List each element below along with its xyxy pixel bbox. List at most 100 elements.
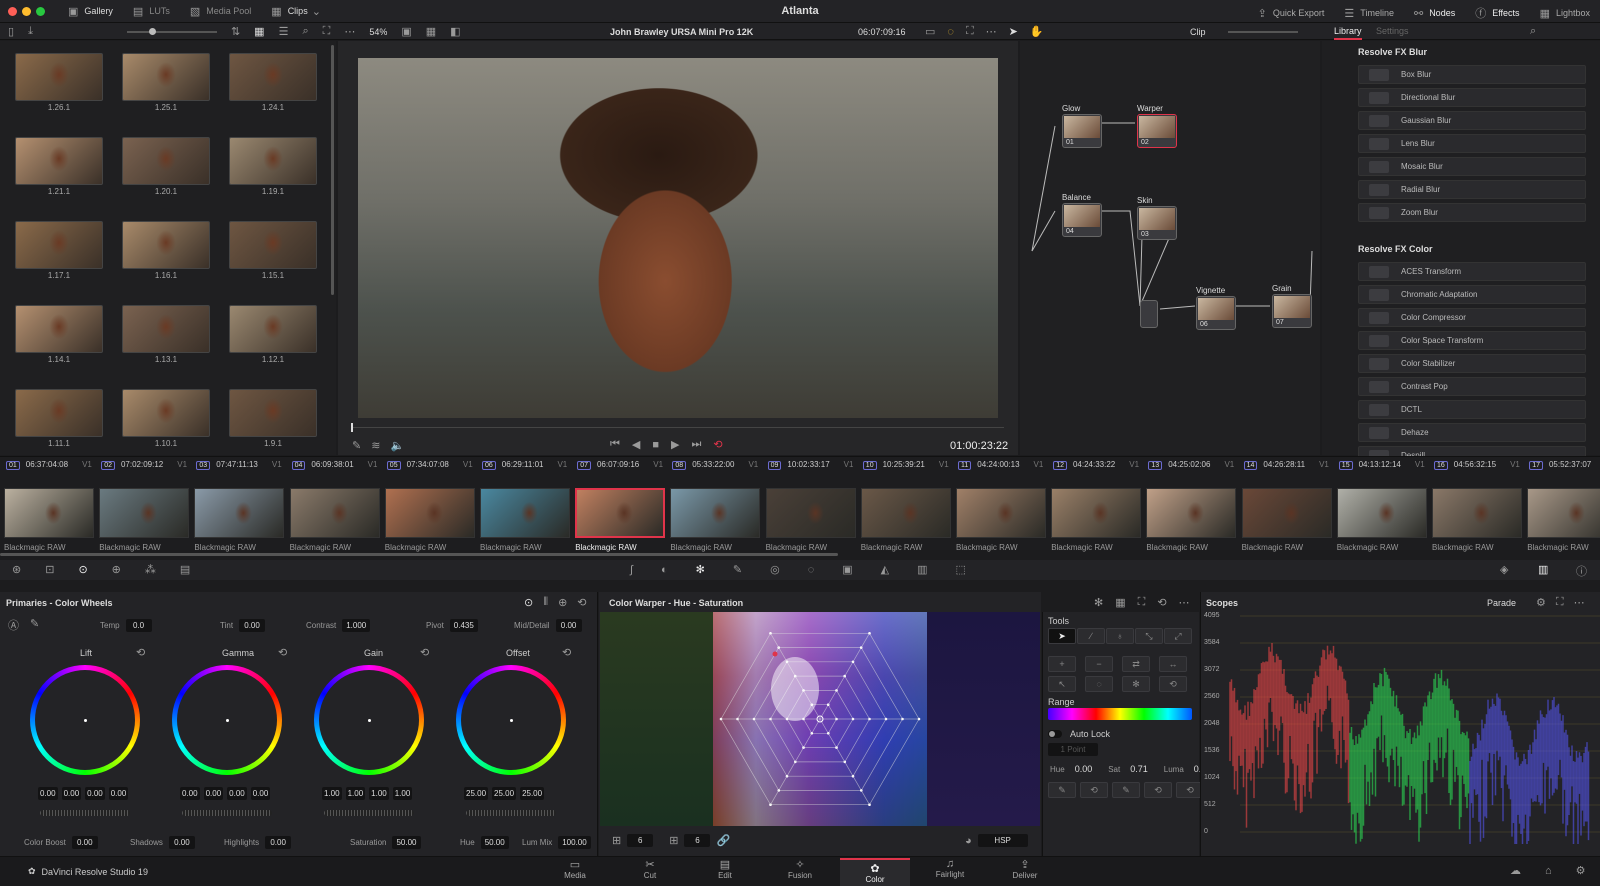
gallery-still[interactable] [15,389,103,437]
blur-icon[interactable]: ▣ [842,563,852,576]
color-wheels-icon[interactable]: ⊙ [524,596,533,609]
timeline-clip[interactable] [480,488,570,538]
timeline-clip[interactable] [575,488,666,538]
timeline-clip[interactable] [194,488,285,538]
lightbox-button[interactable]: Lightbox [1556,8,1590,18]
layer-mixer-node[interactable] [1140,300,1158,328]
wheel-value[interactable]: 0.00 [180,787,200,800]
node[interactable]: 03 [1137,206,1177,240]
wheel-value[interactable]: 0.00 [203,787,224,800]
timeline-clip[interactable] [1051,488,1142,538]
expand-icon[interactable]: ⛶ [1556,596,1564,609]
effect-item[interactable]: Gaussian Blur [1358,111,1586,130]
scopes-icon[interactable]: ▥ [1538,563,1548,576]
wheel-value[interactable]: 1.00 [369,787,389,800]
wheel-value[interactable]: 1.00 [322,787,342,800]
stop-icon[interactable]: ■ [652,439,659,451]
color-wheel[interactable] [314,665,424,775]
timeline-clip[interactable] [1336,488,1427,538]
grid-rows-icon[interactable]: ⊞ [669,834,678,847]
gallery-still[interactable] [122,137,210,185]
log-wheels-icon[interactable]: ⊕ [558,596,567,609]
window-icon[interactable]: ✎ [733,563,742,576]
scope-mode-select[interactable]: Parade [1487,598,1516,608]
timeline-clip[interactable] [1146,488,1237,538]
wheel-value[interactable]: 1.00 [345,787,366,800]
bars-icon[interactable]: ⦀ [543,596,548,609]
param-value[interactable]: 0.0 [125,619,152,632]
tab-luts[interactable]: LUTs [149,6,170,16]
gallery-still[interactable] [229,221,317,269]
timeline-clip[interactable] [1527,488,1600,538]
timeline-clip[interactable] [670,488,761,538]
effect-item[interactable]: Mosaic Blur [1358,157,1586,176]
node-zoom-slider[interactable] [1228,31,1298,33]
close-button[interactable] [8,6,17,16]
timeline-clip[interactable] [956,488,1046,538]
grid-columns-select[interactable]: 6 [627,834,654,847]
timeline-clip[interactable] [1241,488,1332,538]
sat-value[interactable]: 0.71 [1130,764,1148,774]
picker-icon[interactable]: ✎ [30,617,39,630]
eyedropper-icon[interactable]: ✎ [352,439,361,452]
display-icon[interactable]: ▭ [925,25,935,38]
gallery-still[interactable] [122,221,210,269]
volume-icon[interactable]: 🔈 [390,439,404,452]
spread-icon[interactable]: ↔ [1159,656,1187,672]
gallery-still[interactable] [122,305,210,353]
wheel-value[interactable]: 0.00 [108,787,129,800]
page-deliver[interactable]: ⇪ Deliver [990,858,1060,880]
page-color[interactable]: ✿ Color [840,858,910,886]
page-fusion[interactable]: ✧ Fusion [765,858,835,880]
color-match-icon[interactable]: ⊡ [45,563,54,576]
master-wheel[interactable] [466,810,556,816]
effect-item[interactable]: DCTL [1358,400,1586,419]
param-value[interactable]: 0.435 [449,619,478,632]
auto-balance-icon[interactable]: Ⓐ [8,617,19,633]
node-mode-select[interactable]: Clip [1190,27,1206,37]
more-icon[interactable]: ⋯ [1574,596,1585,609]
effect-item[interactable]: Color Space Transform [1358,331,1586,350]
camera-raw-icon[interactable]: ⊛ [12,563,21,576]
expand-icon[interactable]: ⤢ [1164,628,1192,644]
param-value[interactable]: 1.000 [342,619,371,632]
section-color[interactable]: Resolve FX Color [1358,244,1433,254]
pointer-icon[interactable]: ➤ [1048,628,1076,644]
add-point-icon[interactable]: + [1048,656,1076,672]
timeline-clip[interactable] [99,488,190,538]
gallery-still[interactable] [15,221,103,269]
minimize-button[interactable] [22,6,31,16]
param-value[interactable]: 0.00 [555,619,582,632]
wheel-value[interactable]: 0.00 [250,787,271,800]
tab-gallery[interactable]: Gallery [84,6,113,16]
effects-button[interactable]: Effects [1492,8,1519,18]
loop-icon[interactable]: ⟲ [713,438,722,451]
reset-icon[interactable]: ⟲ [577,596,586,609]
reset-icon[interactable]: ⟲ [278,646,287,659]
wheel-value[interactable]: 0.00 [85,787,105,800]
node[interactable]: 01 [1062,114,1102,148]
gallery-still[interactable] [15,305,103,353]
page-fairlight[interactable]: ♫ Fairlight [915,858,985,879]
keyframes-icon[interactable]: ◈ [1500,563,1508,576]
wheel-value[interactable]: 1.00 [392,787,413,800]
sat-reset-icon[interactable]: ⟲ [1144,782,1172,798]
pen-icon[interactable]: ∕ [1077,628,1105,644]
wheel-value[interactable]: 0.00 [227,787,247,800]
thumbnail-size-slider[interactable] [126,27,217,35]
clip-name-select[interactable]: John Brawley URSA Mini Pro 12K [610,27,753,37]
info-icon[interactable]: ⓘ [1576,563,1587,579]
remove-point-icon[interactable]: − [1085,656,1113,672]
point-select[interactable]: 1 Point [1048,743,1098,756]
node[interactable]: 04 [1062,203,1102,237]
timeline-clip[interactable] [765,488,856,538]
more-icon[interactable]: ⋯ [344,25,355,38]
effect-item[interactable]: Directional Blur [1358,88,1586,107]
pointer-icon[interactable]: ➤ [1009,25,1018,38]
timeline-clip[interactable] [4,488,94,538]
reset-icon[interactable]: ⟲ [1159,676,1187,692]
gallery-still[interactable] [122,389,210,437]
home-icon[interactable]: ⌂ [1545,865,1552,877]
scrubber[interactable] [352,427,1004,428]
wheel-value[interactable]: 0.00 [61,787,82,800]
